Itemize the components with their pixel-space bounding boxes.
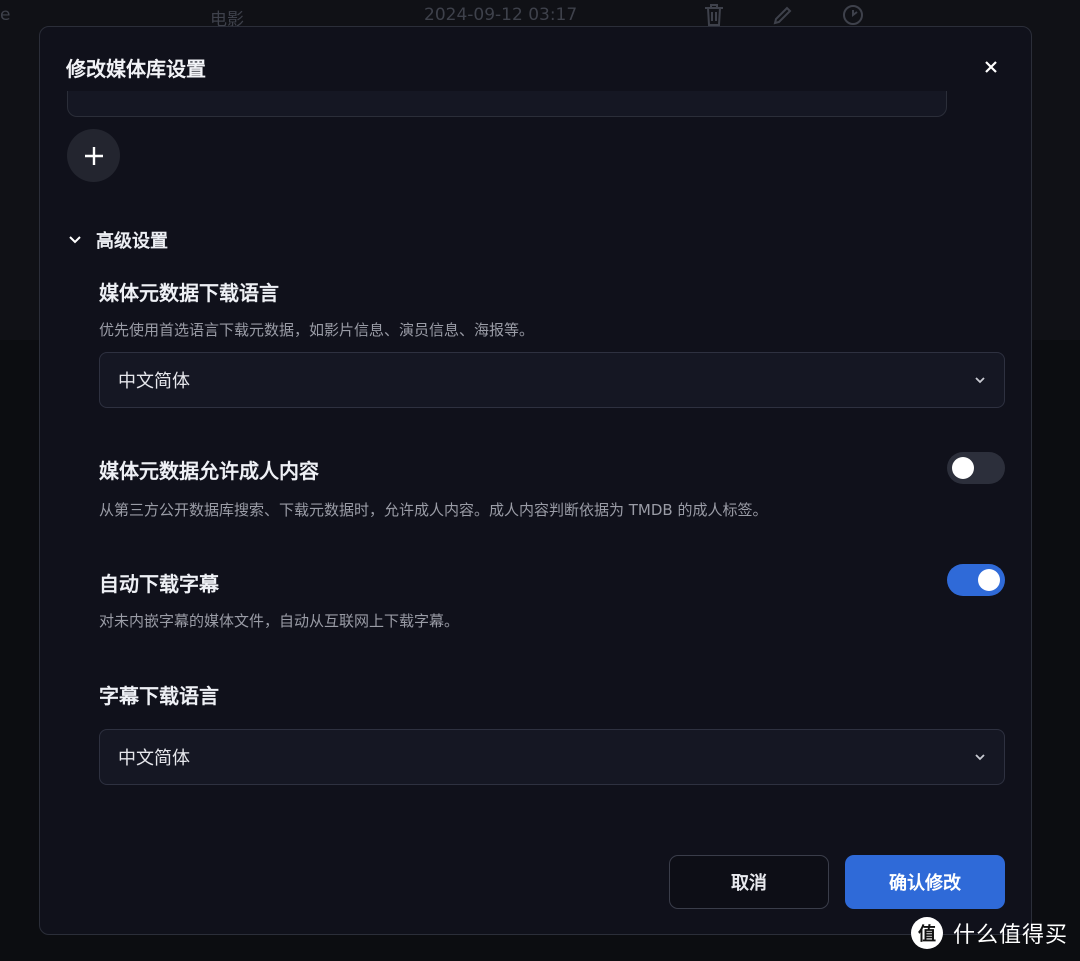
auto-subtitles-description: 对未内嵌字幕的媒体文件，自动从互联网上下载字幕。 (99, 612, 460, 630)
auto-subtitles-toggle[interactable] (947, 564, 1005, 596)
trash-icon[interactable] (702, 3, 726, 27)
advanced-settings-label: 高级设置 (96, 231, 168, 252)
auto-subtitles-desc-row: 对未内嵌字幕的媒体文件，自动从互联网上下载字幕。 (99, 610, 1005, 631)
subtitle-language-title: 字幕下载语言 (99, 684, 219, 708)
close-button[interactable] (979, 55, 1003, 79)
chevron-down-icon (69, 236, 81, 244)
close-icon (985, 61, 997, 73)
auto-subtitles-title: 自动下载字幕 (99, 572, 219, 596)
folder-path-field[interactable] (67, 91, 947, 117)
auto-subtitles-section: 自动下载字幕 (99, 568, 1005, 597)
add-folder-button[interactable] (67, 129, 120, 182)
library-settings-dialog: 修改媒体库设置 高级设置 媒体元数据下载语言 优先使用首选语言下载元数据，如影片… (39, 26, 1032, 935)
adult-content-desc-row: 从第三方公开数据库搜索、下载元数据时，允许成人内容。成人内容判断依据为 TMDB… (99, 499, 1005, 520)
background-row-title-edge: e (0, 5, 11, 25)
metadata-language-desc-row: 优先使用首选语言下载元数据，如影片信息、演员信息、海报等。 (99, 319, 1005, 340)
metadata-language-title: 媒体元数据下载语言 (99, 281, 279, 305)
metadata-language-section: 媒体元数据下载语言 (99, 277, 1005, 306)
adult-content-description: 从第三方公开数据库搜索、下载元数据时，允许成人内容。成人内容判断依据为 TMDB… (99, 501, 768, 519)
refresh-icon[interactable] (841, 3, 865, 27)
cancel-button[interactable]: 取消 (669, 855, 829, 909)
toggle-knob (978, 569, 1000, 591)
subtitle-language-value: 中文简体 (118, 748, 190, 769)
background-row-timestamp: 2024-09-12 03:17 (424, 5, 578, 25)
toggle-knob (952, 457, 974, 479)
metadata-language-value: 中文简体 (118, 371, 190, 392)
plus-icon (84, 146, 103, 165)
chevron-down-icon (975, 377, 985, 384)
chevron-down-icon (975, 754, 985, 761)
subtitle-language-select[interactable]: 中文简体 (99, 729, 1005, 785)
watermark: 值 什么值得买 (910, 917, 1068, 949)
advanced-settings-toggle[interactable]: 高级设置 (68, 227, 168, 253)
metadata-language-description: 优先使用首选语言下载元数据，如影片信息、演员信息、海报等。 (99, 321, 535, 339)
adult-content-section: 媒体元数据允许成人内容 (99, 455, 1005, 484)
dialog-title: 修改媒体库设置 (66, 57, 206, 81)
confirm-button[interactable]: 确认修改 (845, 855, 1005, 909)
metadata-language-select[interactable]: 中文简体 (99, 352, 1005, 408)
adult-content-title: 媒体元数据允许成人内容 (99, 459, 319, 483)
watermark-logo: 值 (910, 917, 943, 949)
watermark-text: 什么值得买 (952, 923, 1068, 948)
adult-content-toggle[interactable] (947, 452, 1005, 484)
subtitle-language-section: 字幕下载语言 (99, 680, 1005, 709)
pencil-icon[interactable] (771, 3, 795, 27)
